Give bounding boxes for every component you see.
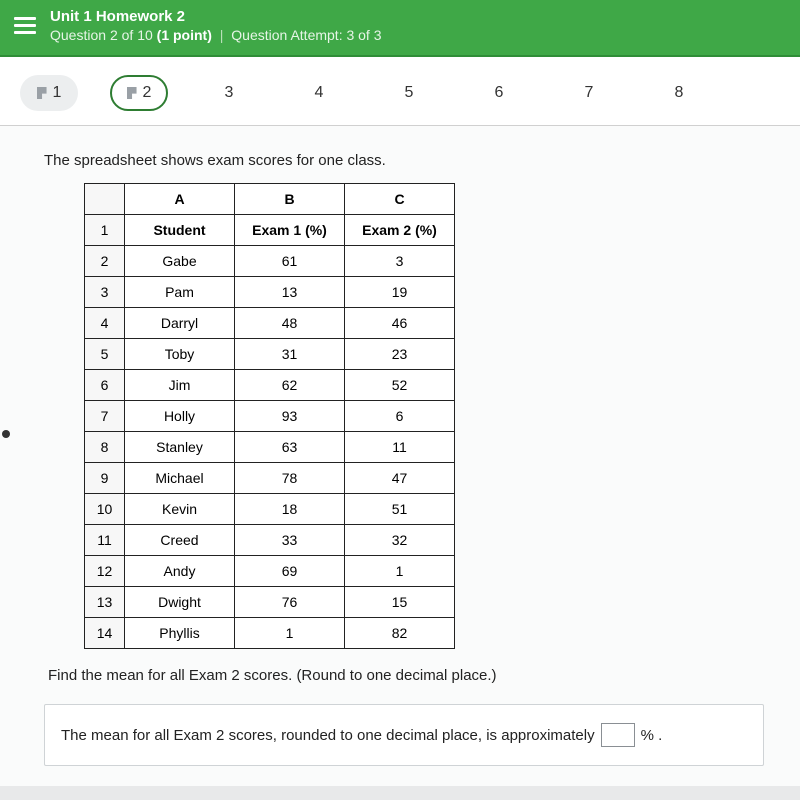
question-tab-8[interactable]: 8: [650, 75, 708, 111]
table-row: 8Stanley6311: [85, 432, 455, 463]
app-header: Unit 1 Homework 2 Question 2 of 10 (1 po…: [0, 0, 800, 57]
table-row: 12Andy691: [85, 556, 455, 587]
answer-unit: % .: [641, 727, 663, 744]
table-row: 7Holly936: [85, 401, 455, 432]
question-line: Question 2 of 10 (1 point) | Question At…: [50, 27, 382, 43]
header-text: Unit 1 Homework 2 Question 2 of 10 (1 po…: [50, 8, 382, 43]
question-body: The spreadsheet shows exam scores for on…: [0, 126, 800, 786]
unit-title: Unit 1 Homework 2: [50, 8, 382, 25]
table-row: 3Pam1319: [85, 277, 455, 308]
divider: |: [216, 27, 228, 43]
question-tab-6[interactable]: 6: [470, 75, 528, 111]
column-letter-row: A B C: [85, 184, 455, 215]
question-tab-3[interactable]: 3: [200, 75, 258, 111]
table-row: 14Phyllis182: [85, 618, 455, 649]
spreadsheet-table: A B C 1 Student Exam 1 (%) Exam 2 (%) 2G…: [84, 183, 455, 649]
instruction-text: Find the mean for all Exam 2 scores. (Ro…: [48, 667, 764, 684]
header-row: 1 Student Exam 1 (%) Exam 2 (%): [85, 215, 455, 246]
prompt-text: The spreadsheet shows exam scores for on…: [44, 152, 764, 169]
table-row: 10Kevin1851: [85, 494, 455, 525]
hamburger-menu-icon[interactable]: [14, 11, 36, 40]
table-row: 5Toby3123: [85, 339, 455, 370]
question-tab-7[interactable]: 7: [560, 75, 618, 111]
side-dot: [2, 430, 10, 438]
table-row: 4Darryl4846: [85, 308, 455, 339]
question-tab-4[interactable]: 4: [290, 75, 348, 111]
answer-lead: The mean for all Exam 2 scores, rounded …: [61, 727, 595, 744]
table-row: 9Michael7847: [85, 463, 455, 494]
col-C: C: [345, 184, 455, 215]
table-row: 11Creed3332: [85, 525, 455, 556]
question-tab-1[interactable]: 1: [20, 75, 78, 111]
col-A: A: [125, 184, 235, 215]
answer-input[interactable]: [601, 723, 635, 747]
table-row: 6Jim6252: [85, 370, 455, 401]
answer-box: The mean for all Exam 2 scores, rounded …: [44, 704, 764, 766]
question-tab-2[interactable]: 2: [110, 75, 168, 111]
question-tabs: 12345678: [0, 57, 800, 126]
table-row: 2Gabe613: [85, 246, 455, 277]
col-B: B: [235, 184, 345, 215]
question-tab-5[interactable]: 5: [380, 75, 438, 111]
table-row: 13Dwight7615: [85, 587, 455, 618]
